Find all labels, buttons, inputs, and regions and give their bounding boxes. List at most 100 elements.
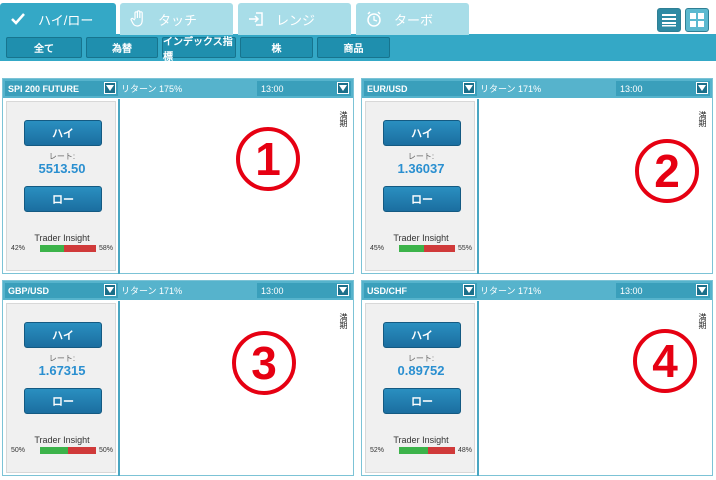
insight-high-pct: 50%: [99, 447, 114, 454]
tab-label: ハイ/ロー: [38, 12, 94, 28]
expiry-dropdown-button[interactable]: [696, 284, 708, 296]
insight-high-pct: 58%: [99, 245, 114, 252]
trading-app: ハイ/ロー タッチ レンジ ターボ 全て 為替 インデックス指標 株 商品 SP…: [0, 0, 716, 480]
low-button[interactable]: ロー: [24, 388, 102, 414]
low-button[interactable]: ロー: [383, 388, 461, 414]
insight-bar-low: [40, 245, 64, 252]
annotation-number-3: 3: [232, 331, 296, 395]
chart-canvas: [120, 301, 352, 476]
trader-insight-label: Trader Insight: [34, 435, 90, 445]
expiry-time: 13:00: [620, 83, 643, 94]
symbol-dropdown-button[interactable]: 0.897670.897290.8975212:0012:3013:00投資時間: [463, 284, 475, 296]
price-chart: 満期: [118, 99, 352, 274]
enter-icon: [246, 9, 266, 29]
chevron-down-icon: [698, 85, 706, 91]
instrument-panel-2: EUR/USD 1.360761.360201.3603712:0012:301…: [361, 78, 713, 274]
trade-box: ハイ レート: 1.67315 ロー Trader Insight 50% 50…: [6, 303, 116, 473]
symbol-label: GBP/USD: [8, 285, 50, 296]
expiry-label: 満期: [698, 313, 707, 329]
tab-label: ターボ: [394, 12, 434, 28]
expiry-label: 満期: [339, 313, 348, 329]
grid-icon: [690, 13, 704, 27]
insight-bar-low: [399, 245, 425, 252]
chart-canvas: [120, 99, 352, 274]
insight-bar-high: [68, 447, 96, 454]
expiry-dropdown-button[interactable]: [337, 284, 349, 296]
low-button[interactable]: ロー: [383, 186, 461, 212]
rate-value: 1.36037: [397, 161, 445, 176]
annotation-number-1: 1: [236, 127, 300, 191]
category-all[interactable]: 全て: [6, 37, 82, 58]
return-label: リターン 171%: [480, 84, 542, 94]
insight-low-pct: 50%: [11, 447, 26, 454]
insight-bar: [40, 245, 96, 252]
insight-bar: [399, 447, 455, 454]
rate-value: 5513.50: [38, 161, 86, 176]
alarm-clock-icon: [364, 9, 384, 29]
chevron-down-icon: 1.360761.360201.3603712:0012:3013:00投資時間: [465, 85, 473, 91]
list-view-button[interactable]: [657, 8, 681, 32]
insight-bar-low: [40, 447, 68, 454]
symbol-select[interactable]: USD/CHF: [364, 283, 477, 298]
chevron-down-icon: [339, 287, 347, 293]
instrument-panel-1: SPI 200 FUTURE 5,520.165,507.845513.512:…: [2, 78, 354, 274]
instrument-panel-4: USD/CHF 0.897670.897290.8975212:0012:301…: [361, 280, 713, 476]
tab-turbo[interactable]: ターボ: [356, 3, 469, 35]
symbol-dropdown-button[interactable]: 5,520.165,507.845513.512:0012:3013:00投資時…: [104, 82, 116, 94]
tab-range[interactable]: レンジ: [238, 3, 351, 35]
category-stocks[interactable]: 株: [240, 37, 313, 58]
symbol-select[interactable]: EUR/USD: [364, 81, 477, 96]
symbol-label: EUR/USD: [367, 83, 408, 94]
insight-bar-high: [424, 245, 455, 252]
insight-low-pct: 45%: [370, 245, 385, 252]
list-icon: [662, 14, 676, 27]
expiry-vertical-label: 満期: [339, 313, 348, 329]
high-button[interactable]: ハイ: [383, 120, 461, 146]
high-button[interactable]: ハイ: [24, 322, 102, 348]
high-button[interactable]: ハイ: [383, 322, 461, 348]
expiry-dropdown-button[interactable]: [696, 82, 708, 94]
panel-header: SPI 200 FUTURE 5,520.165,507.845513.512:…: [3, 79, 353, 98]
symbol-label: SPI 200 FUTURE: [8, 83, 80, 94]
hand-icon: [128, 9, 148, 29]
insight-bar-low: [399, 447, 429, 454]
expiry-vertical-label: 満期: [698, 313, 707, 329]
trader-insight-label: Trader Insight: [34, 233, 90, 243]
rate-value: 1.67315: [38, 363, 86, 378]
insight-low-pct: 42%: [11, 245, 26, 252]
expiry-time: 13:00: [261, 83, 284, 94]
trader-insight-label: Trader Insight: [393, 233, 449, 243]
symbol-select[interactable]: SPI 200 FUTURE: [5, 81, 118, 96]
tab-label: レンジ: [276, 12, 316, 28]
expiry-time: 13:00: [620, 285, 643, 296]
panel-header: EUR/USD 1.360761.360201.3603712:0012:301…: [362, 79, 712, 98]
insight-low-pct: 52%: [370, 447, 385, 454]
insight-bar: [40, 447, 96, 454]
expiry-label: 満期: [339, 111, 348, 127]
symbol-dropdown-button[interactable]: 1.360761.360201.3603712:0012:3013:00投資時間: [463, 82, 475, 94]
chevron-down-icon: 1.673611.672561.6731512:0012:3013:00投資時間: [106, 287, 114, 293]
category-forex[interactable]: 為替: [86, 37, 158, 58]
panel-header: USD/CHF 0.897670.897290.8975212:0012:301…: [362, 281, 712, 300]
symbol-select[interactable]: GBP/USD: [5, 283, 118, 298]
category-commodities[interactable]: 商品: [317, 37, 390, 58]
insight-high-pct: 55%: [458, 245, 473, 252]
tab-label: タッチ: [158, 12, 198, 28]
check-icon: [8, 9, 28, 29]
return-label: リターン 171%: [121, 286, 183, 296]
trade-box: ハイ レート: 1.36037 ロー Trader Insight 45% 55…: [365, 101, 475, 271]
grid-view-button[interactable]: [685, 8, 709, 32]
tab-high-low[interactable]: ハイ/ロー: [0, 3, 116, 35]
insight-bar-high: [63, 245, 96, 252]
expiry-dropdown-button[interactable]: [337, 82, 349, 94]
insight-bar: [399, 245, 455, 252]
low-button[interactable]: ロー: [24, 186, 102, 212]
symbol-dropdown-button[interactable]: 1.673611.672561.6731512:0012:3013:00投資時間: [104, 284, 116, 296]
expiry-time: 13:00: [261, 285, 284, 296]
high-button[interactable]: ハイ: [24, 120, 102, 146]
category-index[interactable]: インデックス指標: [162, 37, 236, 63]
rate-value: 0.89752: [397, 363, 445, 378]
tab-touch[interactable]: タッチ: [120, 3, 233, 35]
trader-insight-label: Trader Insight: [393, 435, 449, 445]
chevron-down-icon: [339, 85, 347, 91]
